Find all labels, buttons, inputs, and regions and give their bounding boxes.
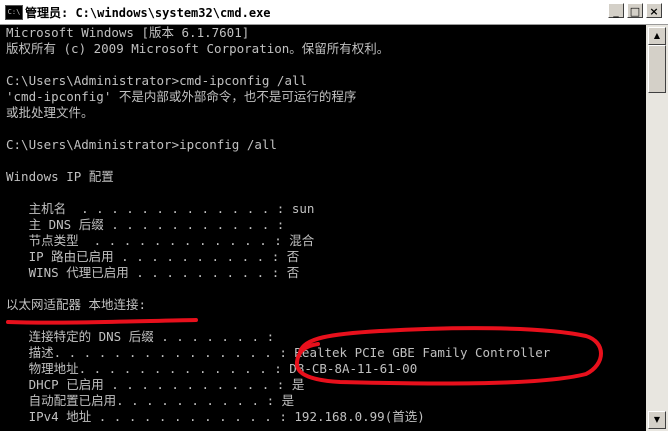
console-line: C:\Users\Administrator>ipconfig /all — [6, 137, 277, 152]
console-line: 主 DNS 后缀 . . . . . . . . . . . : — [6, 217, 285, 232]
console-line: 主机名 . . . . . . . . . . . . . : sun — [6, 201, 315, 216]
console-line: DHCP 已启用 . . . . . . . . . . . : 是 — [6, 377, 305, 392]
console-line: C:\Users\Administrator>cmd-ipconfig /all — [6, 73, 308, 88]
maximize-button[interactable]: □ — [627, 3, 643, 18]
console-line: 节点类型 . . . . . . . . . . . . : 混合 — [6, 233, 315, 248]
console-line: IPv4 地址 . . . . . . . . . . . . : 192.16… — [6, 409, 425, 424]
console-line: WINS 代理已启用 . . . . . . . . . : 否 — [6, 265, 300, 280]
console-line: IP 路由已启用 . . . . . . . . . . : 否 — [6, 249, 300, 264]
console-line: 描述. . . . . . . . . . . . . . . : Realte… — [6, 345, 551, 360]
title-bar[interactable]: C:\ 管理员: C:\windows\system32\cmd.exe _ □… — [0, 0, 668, 25]
console-line: Windows IP 配置 — [6, 169, 114, 184]
console-output[interactable]: Microsoft Windows [版本 6.1.7601] 版权所有 (c)… — [0, 25, 646, 431]
scrollbar-thumb[interactable] — [648, 45, 666, 93]
console-line: Microsoft Windows [版本 6.1.7601] — [6, 25, 250, 40]
console-line: 物理地址. . . . . . . . . . . . . : D8-CB-8A… — [6, 361, 418, 376]
console-line: 版权所有 (c) 2009 Microsoft Corporation。保留所有… — [6, 41, 390, 56]
close-button[interactable]: × — [646, 3, 662, 18]
minimize-button[interactable]: _ — [608, 3, 624, 18]
console-line: 或批处理文件。 — [6, 105, 94, 120]
scroll-down-icon[interactable]: ▼ — [648, 411, 666, 429]
console-line: 自动配置已启用. . . . . . . . . . : 是 — [6, 393, 295, 408]
cmd-window: C:\ 管理员: C:\windows\system32\cmd.exe _ □… — [0, 0, 668, 431]
console-line: 连接特定的 DNS 后缀 . . . . . . . : — [6, 329, 275, 344]
console-line: 'cmd-ipconfig' 不是内部或外部命令，也不是可运行的程序 — [6, 89, 357, 104]
scroll-up-icon[interactable]: ▲ — [648, 27, 666, 45]
console-line: 以太网适配器 本地连接: — [6, 297, 147, 312]
cmd-app-icon[interactable]: C:\ — [5, 5, 23, 20]
vertical-scrollbar[interactable]: ▲ ▼ — [646, 25, 668, 431]
window-title: 管理员: C:\windows\system32\cmd.exe — [25, 6, 271, 20]
